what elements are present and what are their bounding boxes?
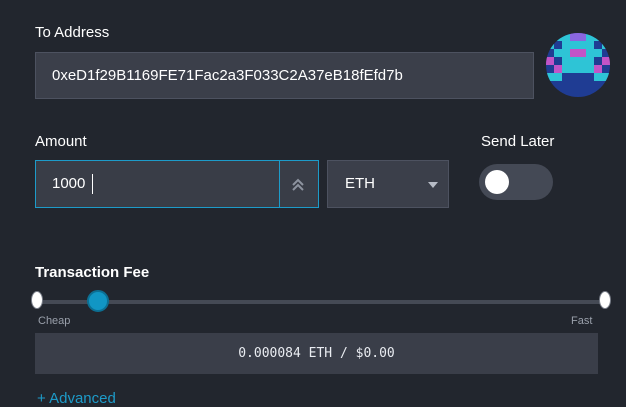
send-later-label: Send Later xyxy=(481,133,555,150)
to-address-label: To Address xyxy=(35,24,110,41)
fee-slider-max-handle[interactable] xyxy=(599,291,611,309)
advanced-link[interactable]: + Advanced xyxy=(37,390,116,407)
fee-slider-min-handle[interactable] xyxy=(31,291,43,309)
fee-cheap-label: Cheap xyxy=(38,315,71,327)
amount-separator xyxy=(279,161,280,207)
currency-value: ETH xyxy=(345,175,375,192)
text-cursor xyxy=(92,174,93,194)
double-chevron-up-icon[interactable] xyxy=(291,178,305,192)
fee-slider-handle[interactable] xyxy=(86,290,109,312)
address-identicon-avatar xyxy=(546,33,610,97)
send-later-toggle[interactable] xyxy=(479,164,553,200)
amount-input[interactable]: 1000 xyxy=(35,160,319,208)
transaction-fee-label: Transaction Fee xyxy=(35,264,150,281)
currency-select[interactable]: ETH xyxy=(327,160,449,208)
fee-amount-display: 0.000084 ETH / $0.00 xyxy=(35,333,598,374)
toggle-knob xyxy=(485,170,509,194)
fee-slider-track xyxy=(37,300,605,304)
amount-label: Amount xyxy=(35,133,87,150)
fee-amount-text: 0.000084 ETH / $0.00 xyxy=(238,346,395,361)
to-address-input[interactable]: 0xeD1f29B1169FE71Fac2a3F033C2A37eB18fEfd… xyxy=(35,52,534,99)
fee-slider[interactable] xyxy=(31,288,611,314)
fee-fast-label: Fast xyxy=(571,315,593,327)
to-address-value: 0xeD1f29B1169FE71Fac2a3F033C2A37eB18fEfd… xyxy=(52,67,403,84)
amount-value: 1000 xyxy=(52,175,86,192)
chevron-down-icon xyxy=(428,182,438,188)
